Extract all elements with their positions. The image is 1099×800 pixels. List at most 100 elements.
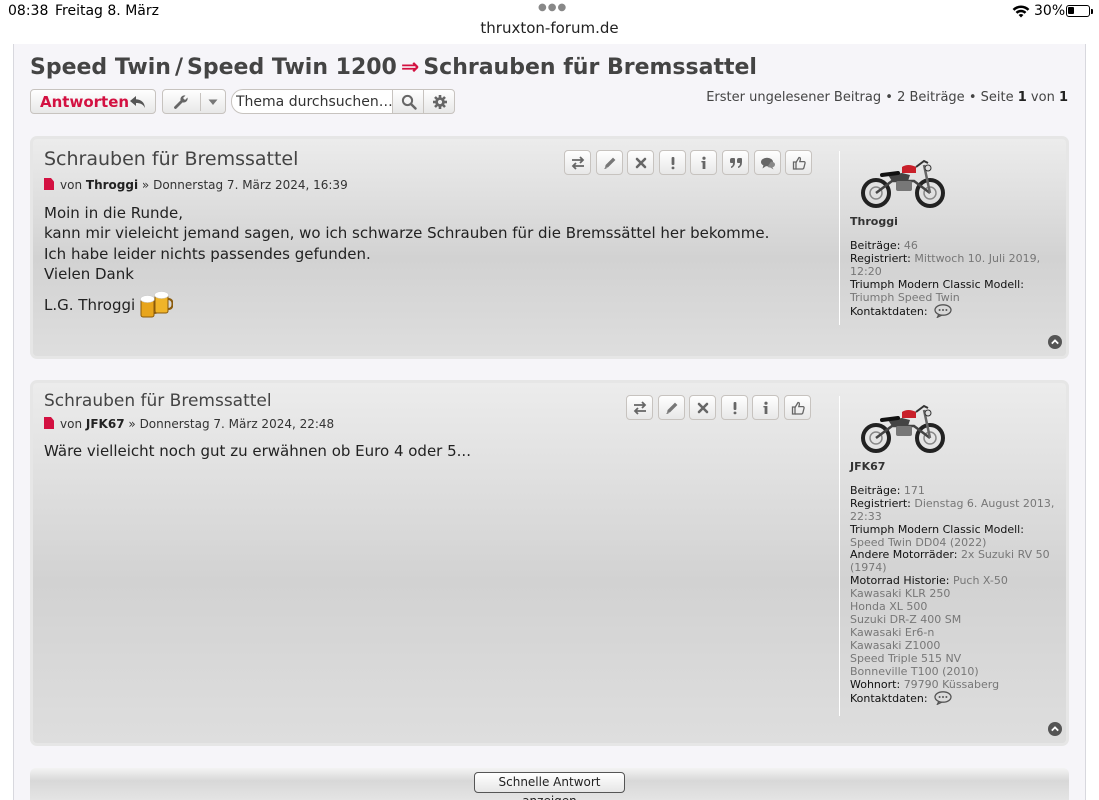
contact-chat-icon[interactable]: [934, 691, 952, 706]
swap-icon: [633, 401, 647, 415]
breadcrumb-speed-twin-1200[interactable]: Speed Twin 1200: [187, 55, 397, 80]
delete-icon: [635, 157, 647, 169]
post-line: Wäre vielleicht noch gut zu erwähnen ob …: [44, 442, 471, 460]
contact-chat-icon[interactable]: [934, 304, 952, 319]
by-label: von: [60, 178, 83, 192]
report-button[interactable]: [658, 150, 686, 175]
profile-field-value: Triumph Speed Twin: [850, 290, 960, 304]
post-body: Moin in die Runde, kann mir vieleicht je…: [44, 203, 769, 321]
battery-nub: [1091, 9, 1093, 14]
bullet: •: [968, 90, 977, 105]
raquo: »: [128, 417, 136, 431]
quick-reply-button[interactable]: Schnelle Antwort anzeigen: [474, 772, 625, 800]
post-profile: Throggi Beiträge: 46 Registriert: Mittwoch…: [839, 151, 1059, 325]
post-title[interactable]: Schrauben für Bremssattel: [44, 148, 298, 170]
total-pages: 1: [1058, 90, 1068, 105]
profile-field-label: Triumph Modern Classic Modell:: [850, 277, 1024, 291]
profile-field: Andere Motorräder: 2x Suzuki RV 50 (1974…: [850, 548, 1059, 575]
post-icon[interactable]: [44, 417, 54, 429]
pencil-button[interactable]: [595, 150, 623, 175]
profile-field-label: Kontaktdaten:: [850, 305, 928, 319]
profile-username[interactable]: Throggi: [850, 215, 1059, 229]
more-dots-icon[interactable]: ●●●: [538, 2, 567, 13]
report-button[interactable]: [720, 395, 748, 420]
report-icon: [733, 402, 737, 415]
signature: L.G. Throggi: [44, 289, 769, 321]
profile-field: Motorrad Historie: Puch X-50 Kawasaki KL…: [850, 574, 1059, 678]
bullet: •: [885, 90, 893, 105]
search-button[interactable]: [392, 89, 424, 114]
profile-field-value: 171: [903, 483, 925, 497]
delete-icon: [697, 402, 709, 414]
avatar[interactable]: [858, 396, 948, 456]
profile-field: Kontaktdaten:: [850, 304, 1059, 319]
pencil-button[interactable]: [657, 395, 685, 420]
topic-tools-button[interactable]: [162, 89, 226, 114]
reply-button[interactable]: Antworten: [30, 89, 156, 114]
post: Schrauben für Bremssattel von Throggi » …: [30, 136, 1069, 359]
post-line: Ich habe leider nichts passendes gefunde…: [44, 244, 371, 263]
post-count: 2 Beiträge: [897, 90, 965, 105]
chat-button[interactable]: [753, 150, 781, 175]
address-bar[interactable]: thruxton-forum.de: [0, 19, 1099, 37]
profile-field-label: Beiträge:: [850, 483, 901, 497]
swap-icon: [571, 156, 585, 170]
post-title[interactable]: Schrauben für Bremssattel: [44, 391, 272, 411]
swap-button[interactable]: [626, 395, 653, 420]
info-button[interactable]: [690, 150, 718, 175]
gear-icon: [433, 95, 447, 109]
post-author[interactable]: JFK67: [86, 417, 125, 431]
post-meta: von Throggi » Donnerstag 7. März 2024, 1…: [44, 178, 348, 192]
signature-text: L.G. Throggi: [44, 296, 136, 315]
post-icon[interactable]: [44, 178, 54, 190]
advanced-search-button[interactable]: [423, 89, 455, 114]
post-date: Donnerstag 7. März 2024, 22:48: [139, 417, 335, 431]
profile-field: Registriert: Dienstag 6. August 2013, 22…: [850, 497, 1059, 524]
swap-button[interactable]: [564, 150, 591, 175]
profile-field: Triumph Modern Classic Modell: Triumph S…: [850, 277, 1059, 305]
current-page: 1: [1017, 90, 1027, 105]
thumbs-up-button[interactable]: [783, 395, 811, 420]
tools-divider: [200, 93, 201, 111]
profile-field: Kontaktdaten:: [850, 691, 1059, 706]
info-button[interactable]: [752, 395, 780, 420]
profile-field-value: 46: [903, 238, 918, 252]
wifi-icon: [1012, 5, 1030, 18]
chat-icon: [760, 157, 775, 170]
pagination-info: Erster ungelesener Beitrag • 2 Beiträge …: [706, 90, 1068, 105]
avatar[interactable]: [858, 151, 948, 211]
profile-username[interactable]: JFK67: [850, 460, 1059, 474]
delete-button[interactable]: [627, 150, 655, 175]
profile-field-value: Speed Twin DD04 (2022): [850, 535, 987, 549]
page-title: Speed Twin / Speed Twin 1200 ⇒ Schrauben für…: [30, 55, 757, 80]
breadcrumb-speed-twin[interactable]: Speed Twin: [30, 55, 171, 80]
post-author[interactable]: Throggi: [86, 178, 138, 192]
first-unread-link[interactable]: Erster ungelesener Beitrag: [706, 90, 881, 105]
profile-field-label: Kontaktdaten:: [850, 692, 928, 706]
profile-field-label: Triumph Modern Classic Modell:: [850, 522, 1024, 536]
status-bar: 08:38 Freitag 8. März ●●● thruxton-forum…: [0, 0, 1099, 44]
quote-button[interactable]: [721, 150, 749, 175]
thumbs-up-button[interactable]: [785, 150, 813, 175]
delete-button[interactable]: [689, 395, 717, 420]
profile-field-value: Puch X-50 Kawasaki KLR 250 Honda XL 500 …: [850, 574, 1008, 678]
post-line: kann mir vieleicht jemand sagen, wo ich …: [44, 224, 770, 243]
post: Schrauben für Bremssattel von JFK67 » Do…: [30, 380, 1069, 746]
reply-icon: [130, 96, 145, 108]
topic-title[interactable]: Schrauben für Bremssattel: [423, 55, 757, 80]
search-icon: [401, 94, 417, 110]
beer-mugs-icon: [140, 291, 174, 318]
battery-percent: 30%: [1034, 3, 1066, 19]
profile-field-label: Wohnort:: [850, 677, 901, 691]
search-input[interactable]: [231, 89, 393, 114]
back-to-top-icon[interactable]: [1048, 335, 1062, 349]
quote-icon: [729, 158, 742, 168]
profile-field-label: Andere Motorräder:: [850, 548, 958, 562]
chevron-down-icon: [208, 99, 218, 105]
page-label: Seite: [980, 90, 1014, 105]
back-to-top-icon[interactable]: [1048, 722, 1062, 736]
info-icon: [701, 156, 706, 169]
profile-field: Registriert: Mittwoch 10. Juli 2019, 12:…: [850, 252, 1059, 279]
thumbs-up-icon: [791, 401, 805, 415]
post-body: Wäre vielleicht noch gut zu erwähnen ob …: [44, 441, 471, 461]
